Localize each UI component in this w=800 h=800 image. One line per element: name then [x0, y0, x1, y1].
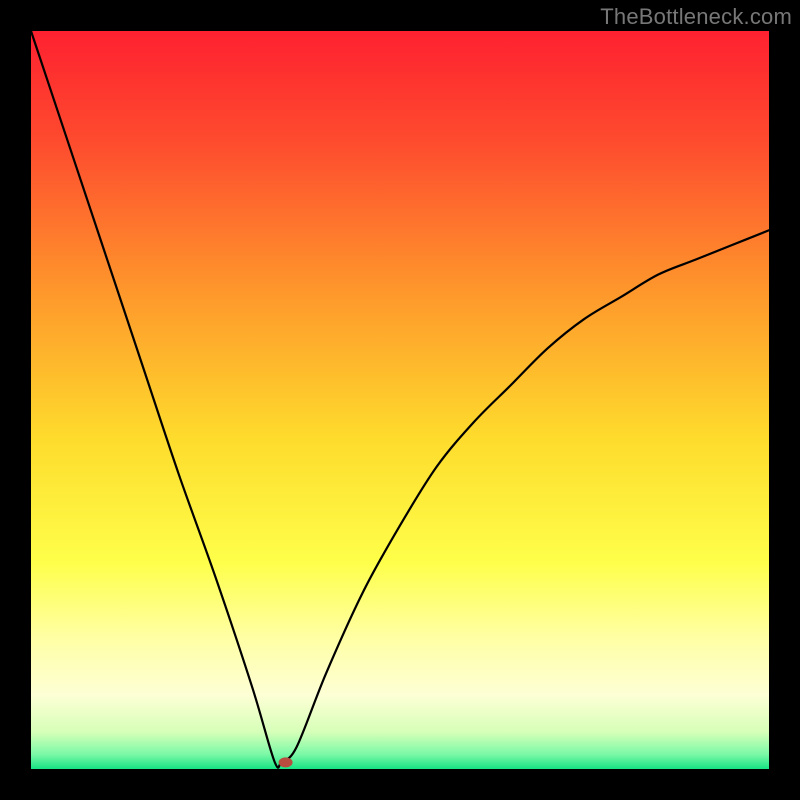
watermark-text: TheBottleneck.com	[600, 4, 792, 30]
bottleneck-chart	[0, 0, 800, 800]
min-marker	[279, 757, 293, 767]
plot-background	[31, 31, 769, 769]
chart-container: TheBottleneck.com	[0, 0, 800, 800]
